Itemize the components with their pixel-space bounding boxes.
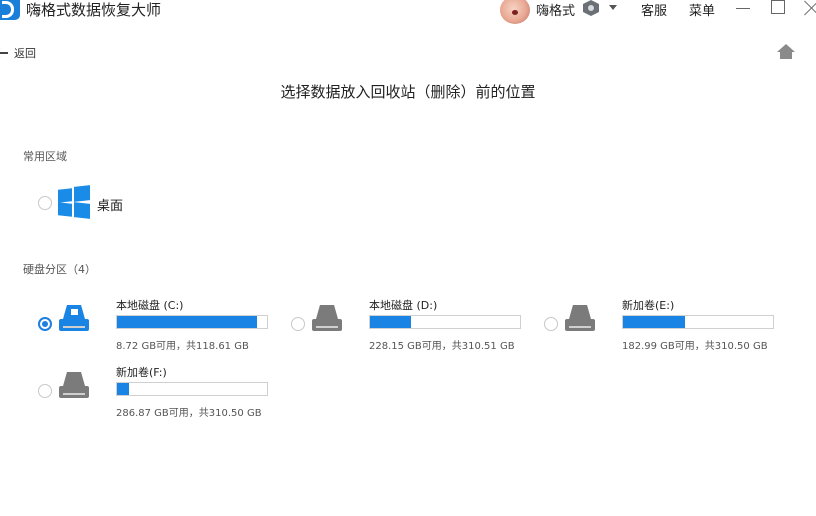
system-drive-icon: [57, 305, 91, 335]
drive-name: 新加卷(F:): [116, 366, 167, 379]
drive-usage-fill: [370, 316, 411, 328]
drive-e-radio[interactable]: [544, 317, 558, 331]
drive-f[interactable]: 新加卷(F:) 286.87 GB可用，共310.50 GB: [38, 364, 268, 424]
disk-partitions-label: 硬盘分区（4）: [23, 263, 96, 276]
drive-usage-fill: [117, 383, 129, 395]
back-button[interactable]: 返回: [0, 45, 36, 61]
drive-c[interactable]: 本地磁盘 (C:) 8.72 GB可用，共118.61 GB: [38, 297, 268, 357]
drive-name: 本地磁盘 (C:): [116, 299, 184, 312]
drive-name: 新加卷(E:): [622, 299, 675, 312]
drive-capacity: 228.15 GB可用，共310.51 GB: [369, 341, 515, 352]
home-icon[interactable]: [777, 44, 795, 60]
app-title: 嗨格式数据恢复大师: [26, 1, 162, 19]
app-logo-icon: [0, 0, 20, 20]
drive-name: 本地磁盘 (D:): [369, 299, 438, 312]
drive-usage-bar: [116, 315, 268, 329]
desktop-radio[interactable]: [38, 196, 52, 210]
user-name[interactable]: 嗨格式: [536, 0, 575, 19]
title-bar: 嗨格式数据恢复大师 嗨格式 客服 菜单: [0, 0, 816, 30]
drive-usage-bar: [116, 382, 268, 396]
drive-usage-fill: [117, 316, 257, 328]
vip-badge-icon[interactable]: [583, 0, 599, 16]
drive-c-radio[interactable]: [38, 317, 52, 331]
chevron-down-icon[interactable]: [609, 5, 617, 10]
drive-usage-bar: [622, 315, 774, 329]
drive-icon: [310, 305, 344, 335]
user-avatar[interactable]: [500, 0, 530, 24]
minimize-icon[interactable]: [736, 8, 750, 9]
drive-usage-bar: [369, 315, 521, 329]
maximize-icon[interactable]: [771, 0, 785, 14]
drive-d-radio[interactable]: [291, 317, 305, 331]
drive-e[interactable]: 新加卷(E:) 182.99 GB可用，共310.50 GB: [544, 297, 774, 357]
drive-usage-fill: [623, 316, 685, 328]
drive-capacity: 8.72 GB可用，共118.61 GB: [116, 341, 249, 352]
common-area-label: 常用区域: [23, 150, 67, 163]
drive-icon: [563, 305, 597, 335]
drive-capacity: 286.87 GB可用，共310.50 GB: [116, 408, 262, 419]
desktop-label[interactable]: 桌面: [97, 195, 123, 214]
arrow-left-icon: [0, 48, 10, 58]
back-label: 返回: [14, 47, 36, 60]
page-title: 选择数据放入回收站（删除）前的位置: [280, 83, 536, 101]
windows-icon: [58, 185, 90, 219]
customer-service-button[interactable]: 客服: [641, 0, 667, 19]
menu-button[interactable]: 菜单: [689, 0, 715, 19]
drive-capacity: 182.99 GB可用，共310.50 GB: [622, 341, 768, 352]
close-icon[interactable]: [803, 0, 816, 16]
drive-d[interactable]: 本地磁盘 (D:) 228.15 GB可用，共310.51 GB: [291, 297, 521, 357]
drive-f-radio[interactable]: [38, 384, 52, 398]
drive-icon: [57, 372, 91, 402]
